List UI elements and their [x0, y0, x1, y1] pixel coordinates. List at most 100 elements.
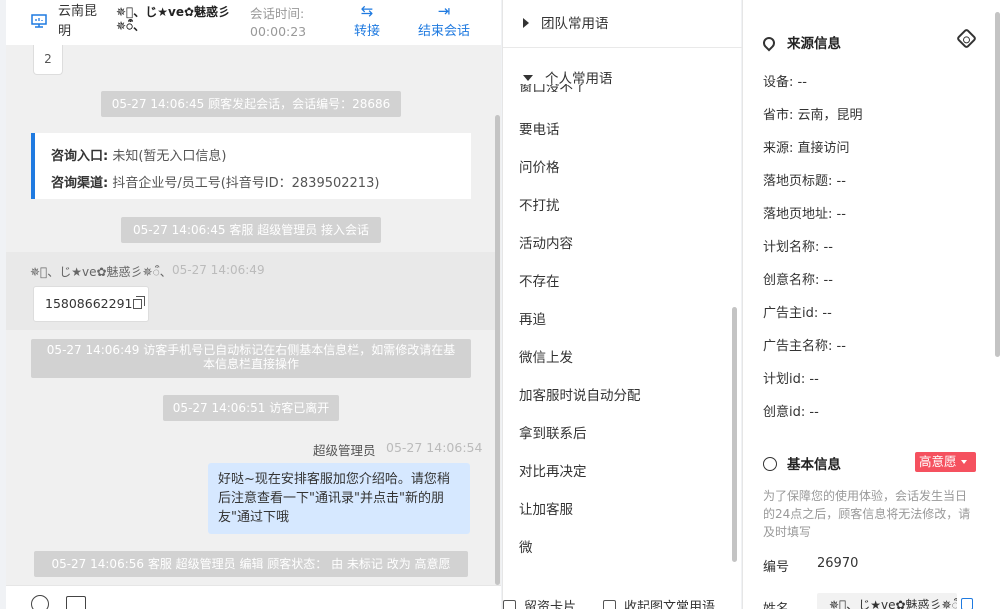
- collapse-rich-phrases-label: 收起图文常用语: [624, 600, 716, 609]
- source-info-label: 来源信息: [787, 36, 841, 52]
- agent-message-time: 05-27 14:06:54: [386, 440, 483, 455]
- personal-phrases-list[interactable]: 窗口没不了 要电话 问价格 不打扰 活动内容 不存在 再追 微信上发 加客服时说…: [503, 84, 742, 579]
- field-label: 落地页地址:: [763, 207, 833, 222]
- field-label: 创意名称:: [763, 273, 820, 288]
- system-message-agent-join: 05-27 14:06:45 客服 超级管理员 接入会话: [121, 217, 381, 243]
- visitor-location: 云南昆明: [58, 4, 98, 39]
- consult-channel-key: 咨询渠道:: [51, 176, 109, 191]
- transfer-icon: ⇆: [360, 2, 374, 20]
- consult-entry-row: 咨询入口: 未知(暂无入口信息): [51, 143, 471, 170]
- phrase-item[interactable]: 加客服时说自动分配: [519, 384, 641, 404]
- system-message-visitor-left: 05-27 14:06:51 访客已离开: [163, 395, 339, 421]
- edit-deadline-notice: 为了保障您的使用体验，会话发生当日的24点之后，顾客信息将无法修改，请及时填写: [763, 489, 971, 539]
- phrase-item[interactable]: 活动内容: [519, 232, 573, 252]
- user-icon: [763, 457, 777, 471]
- field-label: 省市:: [763, 108, 794, 123]
- message-count-box: 2: [33, 45, 63, 75]
- end-session-label: 结束会话: [417, 24, 470, 39]
- phrase-item[interactable]: 不存在: [519, 270, 560, 290]
- source-field-source: 来源: 直接访问: [763, 137, 850, 156]
- visitor-phone-bubble[interactable]: 15808662291: [33, 286, 149, 322]
- field-value: 云南，昆明: [797, 108, 863, 123]
- phrase-item[interactable]: 微信上发: [519, 346, 573, 366]
- field-value: --: [809, 405, 819, 420]
- phrase-item-partial[interactable]: 窗口没不了: [519, 84, 587, 92]
- field-value: 直接访问: [797, 141, 850, 156]
- phrase-item[interactable]: 微: [519, 536, 533, 556]
- field-label: 广告主名称:: [763, 339, 833, 354]
- caret-right-icon: [523, 18, 529, 28]
- source-field-landing-title: 落地页标题: --: [763, 170, 846, 189]
- basic-info-label: 基本信息: [787, 457, 841, 473]
- source-field-device: 设备: --: [763, 71, 807, 90]
- chat-input-toolbar: [6, 585, 501, 609]
- monitor-icon: [31, 14, 47, 28]
- field-label: 计划名称:: [763, 240, 820, 255]
- field-value: --: [836, 339, 846, 354]
- chat-header: 云南昆明 ✵ऀ、じ★ve✿魅惑彡✵ऀ、 会话时间: 00:00:23 ⇆ 转接 …: [6, 0, 501, 45]
- consult-channel-value: 抖音企业号/员工号(抖音号ID：2839502213): [112, 176, 380, 191]
- field-value: --: [809, 372, 819, 387]
- phrase-item[interactable]: 要电话: [519, 118, 560, 138]
- team-phrases-group[interactable]: 团队常用语: [503, 0, 742, 48]
- chat-message-list[interactable]: 2 05-27 14:06:45 顾客发起会话，会话编号：28686 咨询入口:…: [6, 45, 501, 585]
- field-label: 来源:: [763, 141, 794, 156]
- phrase-item[interactable]: 拿到联系后: [519, 422, 587, 442]
- field-label: 创意id:: [763, 405, 806, 420]
- chat-panel: 云南昆明 ✵ऀ、じ★ve✿魅惑彡✵ऀ、 会话时间: 00:00:23 ⇆ 转接 …: [6, 0, 501, 609]
- source-field-advertiser-name: 广告主名称: --: [763, 335, 846, 354]
- field-value: --: [797, 75, 807, 90]
- visitor-phone-number: 15808662291: [45, 296, 133, 311]
- customer-name-label: 姓名: [763, 598, 789, 609]
- field-value: --: [836, 207, 846, 222]
- system-message-session-start: 05-27 14:06:45 顾客发起会话，会话编号：28686: [101, 91, 401, 117]
- transfer-button[interactable]: ⇆ 转接: [351, 2, 383, 39]
- transfer-label: 转接: [353, 24, 380, 39]
- image-icon[interactable]: [66, 596, 86, 609]
- basic-info-title: 基本信息: [763, 453, 841, 473]
- phrase-item[interactable]: 对比再决定: [519, 460, 587, 480]
- lead-card-button[interactable]: 留资卡片: [503, 596, 576, 609]
- source-info-title: 来源信息: [760, 32, 841, 52]
- customer-id-value: 26970: [817, 556, 859, 571]
- phrase-item[interactable]: 再追: [519, 308, 546, 328]
- field-value: --: [836, 174, 846, 189]
- field-value: --: [822, 306, 832, 321]
- collapse-rich-phrases-button[interactable]: 收起图文常用语: [603, 596, 715, 609]
- end-session-button[interactable]: ⇥ 结束会话: [414, 2, 474, 39]
- visitor-name: ✵ऀ、じ★ve✿魅惑彡✵ऀ、: [116, 5, 231, 33]
- customer-name-field[interactable]: ✵ऀ、じ★ve✿魅惑彡✵ऀ、: [817, 593, 957, 609]
- source-field-landing-url: 落地页地址: --: [763, 203, 846, 222]
- phrase-item[interactable]: 让加客服: [519, 498, 573, 518]
- source-field-plan-id: 计划id: --: [763, 368, 819, 387]
- customer-info-panel: 来源信息 设备: -- 省市: 云南，昆明 来源: 直接访问 落地页标题: --…: [742, 0, 1002, 609]
- smile-icon[interactable]: [31, 595, 49, 609]
- source-field-creative-name: 创意名称: --: [763, 269, 833, 288]
- session-time-label: 会话时间:: [250, 6, 305, 21]
- visitor-message-time: 05-27 14:06:49: [172, 263, 265, 277]
- info-scrollbar[interactable]: [995, 12, 1000, 357]
- field-label: 广告主id:: [763, 306, 819, 321]
- system-message-status-change: 05-27 14:06:56 客服 超级管理员 编辑 顾客状态： 由 未标记 改…: [34, 551, 468, 577]
- settings-icon[interactable]: [955, 27, 978, 50]
- consult-entry-key: 咨询入口:: [51, 149, 109, 164]
- source-field-region: 省市: 云南，昆明: [763, 104, 863, 123]
- copy-icon[interactable]: [133, 296, 146, 309]
- location-pin-icon: [760, 34, 778, 52]
- consult-entry-value: 未知(暂无入口信息): [112, 149, 227, 164]
- field-label: 计划id:: [763, 372, 806, 387]
- phrase-item[interactable]: 问价格: [519, 156, 560, 176]
- consult-channel-row: 咨询渠道: 抖音企业号/员工号(抖音号ID：2839502213): [51, 170, 471, 197]
- phrases-scrollbar[interactable]: [732, 307, 737, 562]
- chat-scrollbar[interactable]: [495, 115, 500, 585]
- phrase-item[interactable]: 不打扰: [519, 194, 560, 214]
- edit-icon[interactable]: [961, 598, 973, 609]
- dropdown-caret-icon: [960, 460, 967, 464]
- session-time-value: 00:00:23: [250, 24, 307, 39]
- caret-down-icon: [523, 75, 533, 81]
- source-field-plan-name: 计划名称: --: [763, 236, 833, 255]
- intent-status-dropdown[interactable]: 高意愿: [915, 452, 976, 472]
- quick-phrases-panel: 团队常用语 个人常用语 窗口没不了 要电话 问价格 不打扰 活动内容 不存在 再…: [502, 0, 742, 609]
- customer-id-label: 编号: [763, 560, 790, 575]
- consult-info-card: 咨询入口: 未知(暂无入口信息) 咨询渠道: 抖音企业号/员工号(抖音号ID：2…: [31, 133, 471, 199]
